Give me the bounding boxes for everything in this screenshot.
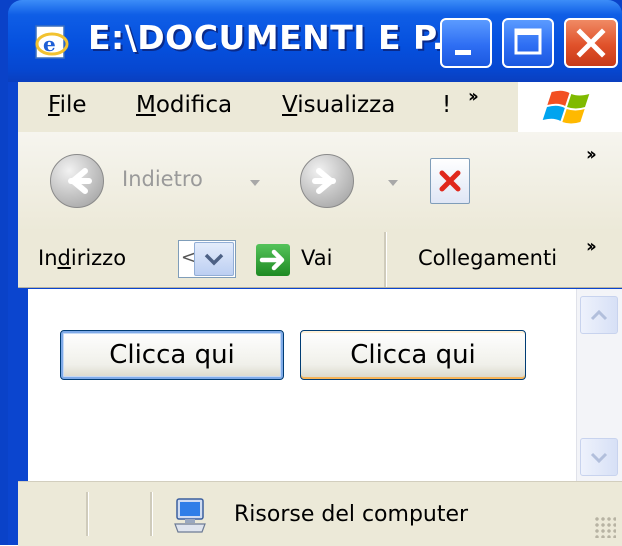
close-icon — [576, 28, 606, 58]
scroll-down-button[interactable] — [580, 438, 618, 476]
status-bar: Risorse del computer — [18, 481, 622, 546]
go-arrow-icon — [259, 249, 285, 271]
maximize-icon — [514, 28, 542, 55]
menu-chevron-icon[interactable]: ›› — [468, 86, 479, 107]
go-button[interactable] — [256, 244, 290, 276]
maximize-button[interactable] — [502, 18, 554, 68]
menu-view-mnemonic: V — [282, 92, 298, 118]
menu-file-label: ile — [59, 92, 87, 118]
status-separator-2 — [150, 492, 153, 536]
address-label-mnemonic: d — [57, 246, 71, 270]
resize-grip-icon[interactable] — [594, 516, 616, 538]
menu-file[interactable]: File — [48, 92, 87, 118]
status-zone-label: Risorse del computer — [234, 502, 469, 527]
back-arrow-icon — [68, 168, 92, 194]
back-dropdown-icon[interactable] — [250, 180, 260, 186]
address-label: Indirizzo — [38, 246, 126, 270]
menu-view-label: isualizza — [297, 92, 396, 118]
windows-logo-cell — [518, 82, 622, 132]
minimize-button[interactable] — [440, 18, 492, 68]
stop-button[interactable] — [430, 158, 470, 204]
click-here-button-1[interactable]: Clicca qui — [60, 330, 284, 380]
forward-arrow-icon — [312, 168, 336, 194]
address-label-post: irizzo — [70, 246, 127, 270]
go-label[interactable]: Vai — [301, 246, 332, 270]
address-bar: Indirizzo < Vai Collegamenti ›› — [18, 232, 622, 288]
browser-window: e E:\DOCUMENTI E P... File Modifica Visu… — [0, 0, 622, 546]
menu-edit-label: odifica — [155, 92, 233, 118]
menu-edit-mnemonic: M — [136, 92, 156, 118]
links-label[interactable]: Collegamenti — [418, 246, 557, 270]
chevron-down-icon — [204, 253, 224, 266]
my-computer-icon — [174, 498, 206, 533]
menu-view[interactable]: Visualizza — [282, 92, 395, 118]
menu-partial[interactable]: ! — [442, 92, 451, 118]
back-button[interactable] — [50, 154, 104, 208]
close-button[interactable] — [564, 18, 618, 68]
click-here-button-2[interactable]: Clicca qui — [300, 330, 526, 380]
minimize-icon — [455, 50, 471, 55]
scroll-down-icon — [590, 452, 608, 464]
status-separator-1 — [86, 492, 89, 536]
ie-document-icon: e — [35, 25, 69, 59]
windows-flag-icon — [542, 90, 590, 124]
window-title: E:\DOCUMENTI E P... — [88, 18, 471, 57]
menu-file-mnemonic: F — [48, 92, 60, 118]
address-dropdown-button[interactable] — [194, 242, 234, 276]
links-chevron-icon[interactable]: ›› — [586, 236, 597, 257]
back-label[interactable]: Indietro — [122, 167, 203, 191]
address-separator — [384, 232, 387, 287]
svg-text:e: e — [43, 32, 56, 56]
toolbar-chevron-icon[interactable]: ›› — [586, 144, 597, 165]
stop-icon — [439, 170, 461, 192]
address-label-pre: In — [38, 246, 58, 270]
scroll-up-button[interactable] — [580, 296, 618, 334]
scroll-up-icon — [590, 309, 608, 321]
forward-dropdown-icon[interactable] — [388, 180, 398, 186]
menu-edit[interactable]: Modifica — [136, 92, 232, 118]
forward-button[interactable] — [300, 154, 354, 208]
page-content — [28, 289, 576, 481]
